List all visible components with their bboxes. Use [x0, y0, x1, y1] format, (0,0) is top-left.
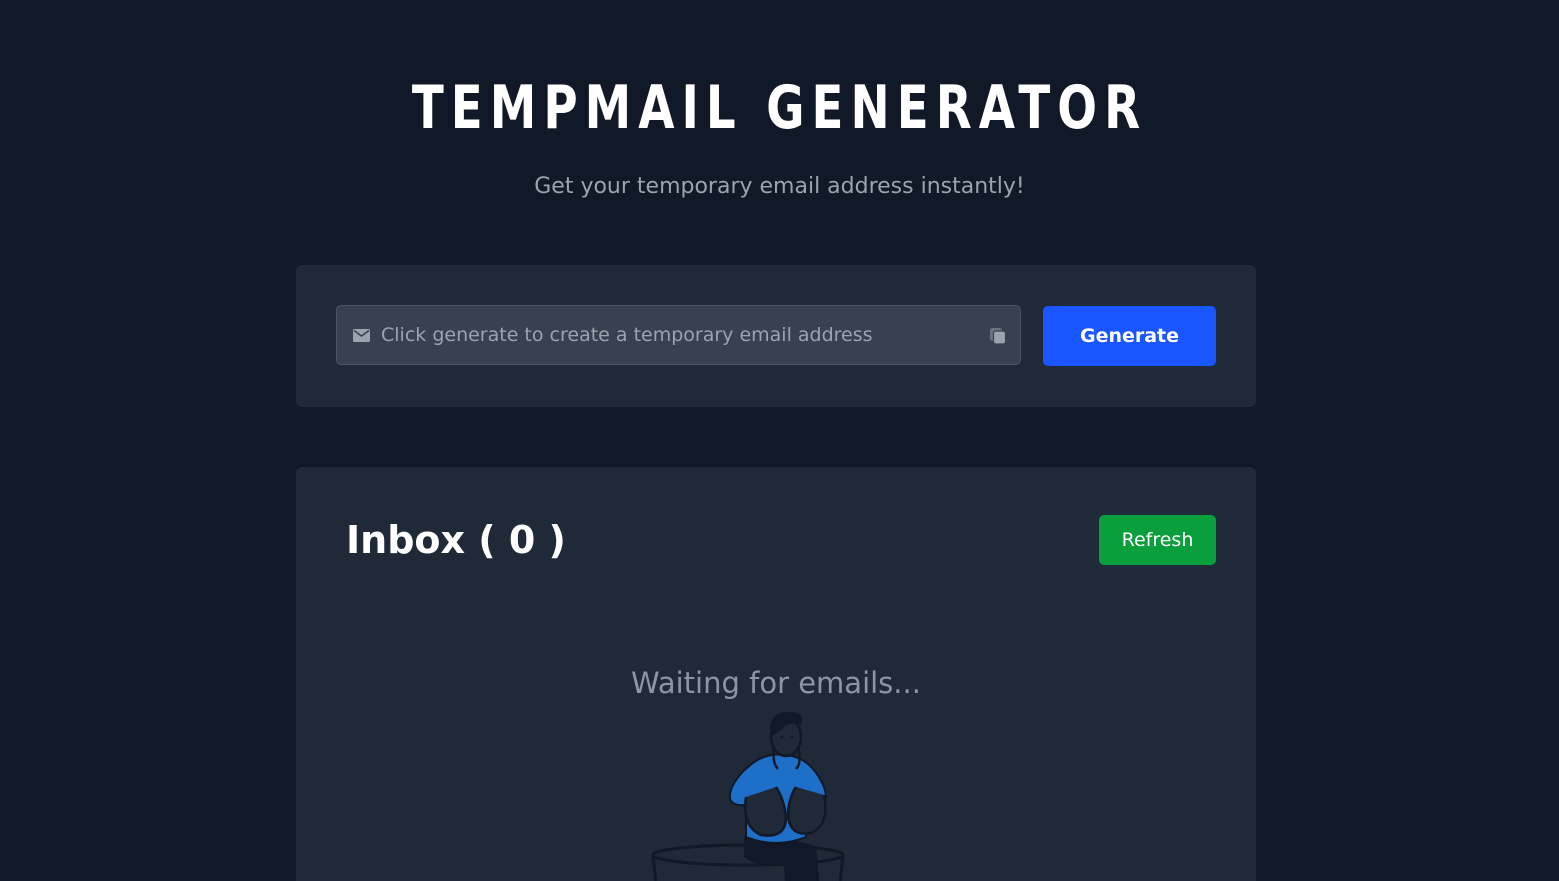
email-field[interactable] — [336, 305, 1021, 365]
refresh-button[interactable]: Refresh — [1099, 515, 1216, 565]
email-input[interactable] — [381, 320, 971, 350]
empty-inbox-message: Waiting for emails... — [631, 666, 921, 700]
inbox-card: Inbox ( 0 ) Refresh Waiting for emails..… — [296, 467, 1256, 881]
inbox-title: Inbox ( 0 ) — [346, 518, 566, 562]
generate-button[interactable]: Generate — [1043, 306, 1216, 366]
page-title: TEMPMAIL GENERATOR — [411, 73, 1148, 143]
copy-icon[interactable] — [988, 326, 1008, 346]
mail-icon — [353, 329, 370, 342]
generator-card: Generate — [296, 265, 1256, 407]
page-subtitle: Get your temporary email address instant… — [534, 174, 1025, 199]
page: TEMPMAIL GENERATOR Get your temporary em… — [0, 0, 1559, 881]
waiting-person-illustration — [651, 711, 845, 881]
